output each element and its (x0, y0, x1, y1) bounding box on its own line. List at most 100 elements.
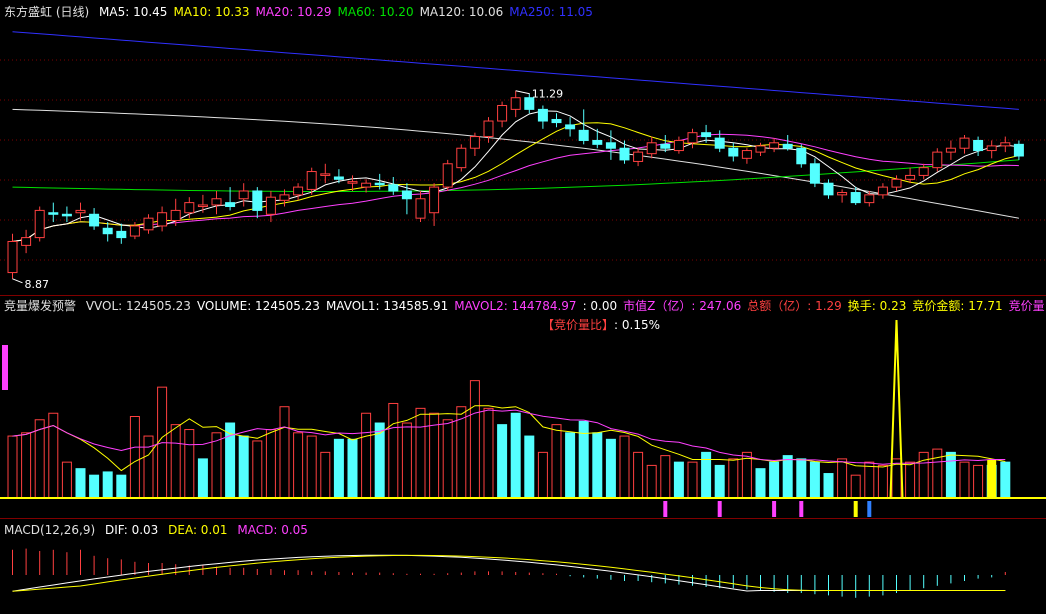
volume-bar-41 (565, 432, 576, 499)
candle-body-53 (728, 147, 739, 157)
candle-body-70 (959, 137, 970, 149)
volume-bar-24 (333, 438, 344, 499)
candle-body-43 (592, 139, 603, 145)
signal-tick-3 (799, 501, 804, 517)
volume-bar-4 (61, 461, 72, 499)
candle-body-49 (673, 139, 684, 152)
candle-body-44 (605, 142, 616, 149)
volume-bar-37 (510, 412, 521, 499)
candle-body-19 (265, 196, 276, 215)
candle-body-42 (578, 129, 589, 141)
volume-bar-49 (673, 461, 684, 499)
macd-dif: DIF: 0.03 (104, 523, 159, 537)
candle-body-14 (197, 204, 208, 208)
volume-bar-70 (959, 461, 970, 499)
candle-body-12 (170, 209, 181, 222)
volume-bar-32 (442, 419, 453, 499)
ma-label-3: MA60: 10.20 (337, 5, 414, 19)
candle-body-40 (551, 118, 562, 124)
separator-2 (0, 518, 1046, 519)
candle-body-1 (21, 237, 32, 246)
ma-label-2: MA20: 10.29 (255, 5, 332, 19)
ma-label-5: MA250: 11.05 (509, 5, 593, 19)
candle-body-51 (701, 132, 712, 138)
signal-tick-1 (717, 501, 722, 517)
volume-bar-59 (809, 461, 820, 499)
volume-bar-66 (905, 461, 916, 499)
volume-bar-48 (660, 455, 671, 499)
candle-body-22 (306, 171, 317, 190)
volume-bar-52 (714, 464, 725, 499)
candle-body-46 (633, 151, 644, 162)
candle-body-54 (741, 150, 752, 159)
volume-bar-29 (401, 422, 412, 499)
volume-bar-44 (605, 438, 616, 499)
high-label: 11.29 (532, 88, 564, 101)
volume-stat-9: 竞价量: 169.96 (1008, 299, 1046, 313)
macd-header: MACD(12,26,9) DIF: 0.03 DEA: 0.01 MACD: … (4, 523, 314, 537)
volume-bar-58 (796, 458, 807, 499)
volume-bar-61 (837, 458, 848, 499)
candle-body-18 (252, 190, 263, 211)
volume-bar-38 (524, 435, 535, 499)
signal-tick-5 (867, 501, 872, 517)
candle-body-68 (932, 151, 943, 169)
volume-stat-7: 换手: 0.23 (847, 299, 907, 313)
macd-dea: DEA: 0.01 (168, 523, 228, 537)
volume-bar-63 (864, 461, 875, 499)
candle-body-27 (374, 182, 385, 186)
volume-bar-35 (483, 407, 494, 499)
ratio-label: 【竞价量比】 (542, 318, 615, 332)
volume-bar-5 (75, 468, 86, 499)
volume-bar-47 (646, 464, 657, 499)
candle-body-15 (211, 198, 222, 206)
volume-bar-40 (551, 424, 562, 499)
volume-labels: VVOL: 124505.23 VOLUME: 124505.23 MAVOL1: … (86, 299, 1046, 313)
volume-bar-36 (497, 424, 508, 499)
volume-bar-73 (1000, 461, 1011, 499)
candle-body-30 (415, 198, 426, 219)
volume-bar-46 (633, 451, 644, 499)
volume-bar-9 (129, 416, 140, 499)
volume-bar-34 (469, 380, 480, 499)
volume-bar-68 (932, 448, 943, 499)
volume-bar-13 (184, 429, 195, 499)
candle-body-62 (850, 192, 861, 204)
volume-bar-60 (823, 473, 834, 499)
volume-bar-0 (7, 435, 18, 499)
volume-bar-14 (197, 458, 208, 499)
candle-body-65 (891, 178, 902, 188)
ma-label-0: MA5: 10.45 (99, 5, 168, 19)
high-marker-line (515, 90, 530, 95)
volume-stat-8: 竞价金额: 17.71 (912, 299, 1003, 313)
candle-body-16 (225, 202, 236, 208)
left-marker (2, 345, 8, 390)
candle-body-55 (755, 145, 766, 153)
candle-body-13 (184, 202, 195, 214)
candle-body-2 (34, 209, 45, 239)
candle-body-73 (1000, 142, 1011, 147)
mavol1-line (12, 405, 1006, 472)
price-title: 东方盛虹 (日线) (4, 5, 90, 19)
volume-bar-22 (306, 435, 317, 499)
ratio-line: 【竞价量比】: 0.15% (542, 318, 666, 332)
separator-1 (0, 295, 1046, 296)
candle-body-74 (1013, 143, 1024, 157)
candle-body-21 (293, 186, 304, 196)
volume-stat-2: MAVOL1: 134585.91 (325, 299, 449, 313)
dif-line (12, 554, 1006, 592)
candle-body-7 (102, 227, 113, 235)
candle-body-66 (905, 174, 916, 180)
volume-header: 竞量爆发预警 VVOL: 124505.23 VOLUME: 124505.23 M… (4, 299, 1046, 313)
volume-bar-26 (361, 412, 372, 499)
volume-bar-12 (170, 424, 181, 499)
ma-label-1: MA10: 10.33 (173, 5, 250, 19)
volume-bar-69 (945, 451, 956, 499)
volume-bar-2 (34, 419, 45, 499)
volume-bar-71 (973, 464, 984, 499)
ma60-line (12, 159, 1019, 192)
candle-body-9 (129, 225, 140, 237)
macd-value: MACD: 0.05 (237, 523, 308, 537)
volume-bar-18 (252, 440, 263, 499)
candle-body-47 (646, 142, 657, 155)
